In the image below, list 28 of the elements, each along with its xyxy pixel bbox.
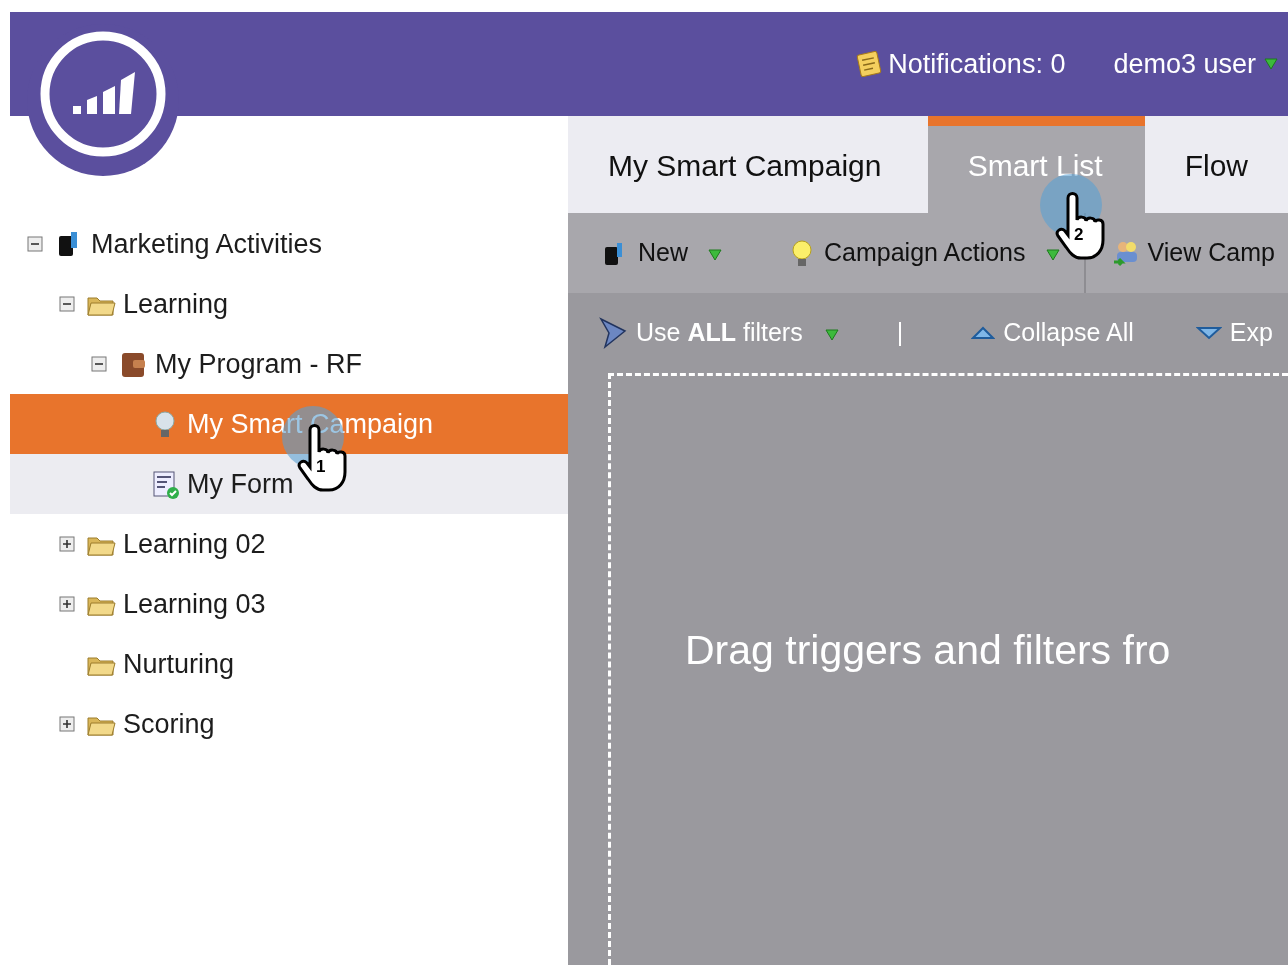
caret-icon	[824, 328, 839, 341]
collapse-icon[interactable]	[91, 356, 107, 372]
tree-item[interactable]: Nurturing	[10, 634, 568, 694]
collapse-icon[interactable]	[27, 236, 43, 252]
step-number: 1	[316, 458, 326, 475]
collapse-icon[interactable]	[59, 296, 75, 312]
expand-icon[interactable]	[59, 596, 75, 612]
funnel-icon	[598, 316, 628, 350]
toolbar-button[interactable]: New	[602, 213, 722, 293]
notifications-label[interactable]: Notifications: 0	[888, 43, 1066, 85]
triangle-up-icon	[971, 326, 996, 340]
tree-item[interactable]: Marketing Activities	[10, 214, 568, 274]
user-menu[interactable]: demo3 user	[1113, 43, 1278, 85]
triangle-down-icon	[1195, 326, 1222, 340]
tab[interactable]: Flow	[1144, 116, 1288, 213]
step-number: 2	[1074, 226, 1084, 243]
drop-hint: Drag triggers and filters fro	[685, 625, 1171, 675]
tab[interactable]: My Smart Campaign	[568, 116, 928, 213]
tree-item[interactable]: Scoring	[10, 694, 568, 754]
tree-item[interactable]: Learning 03	[10, 574, 568, 634]
tree-item[interactable]: Learning 02	[10, 514, 568, 574]
tree-item[interactable]: Learning	[10, 274, 568, 334]
expand-icon[interactable]	[59, 716, 75, 732]
separator: |	[896, 317, 904, 349]
toolbar-button[interactable]: Campaign Actions	[788, 213, 1060, 293]
expand-icon[interactable]	[59, 536, 75, 552]
caret-icon	[1264, 58, 1278, 70]
tree-item[interactable]: My Program - RF	[10, 334, 568, 394]
